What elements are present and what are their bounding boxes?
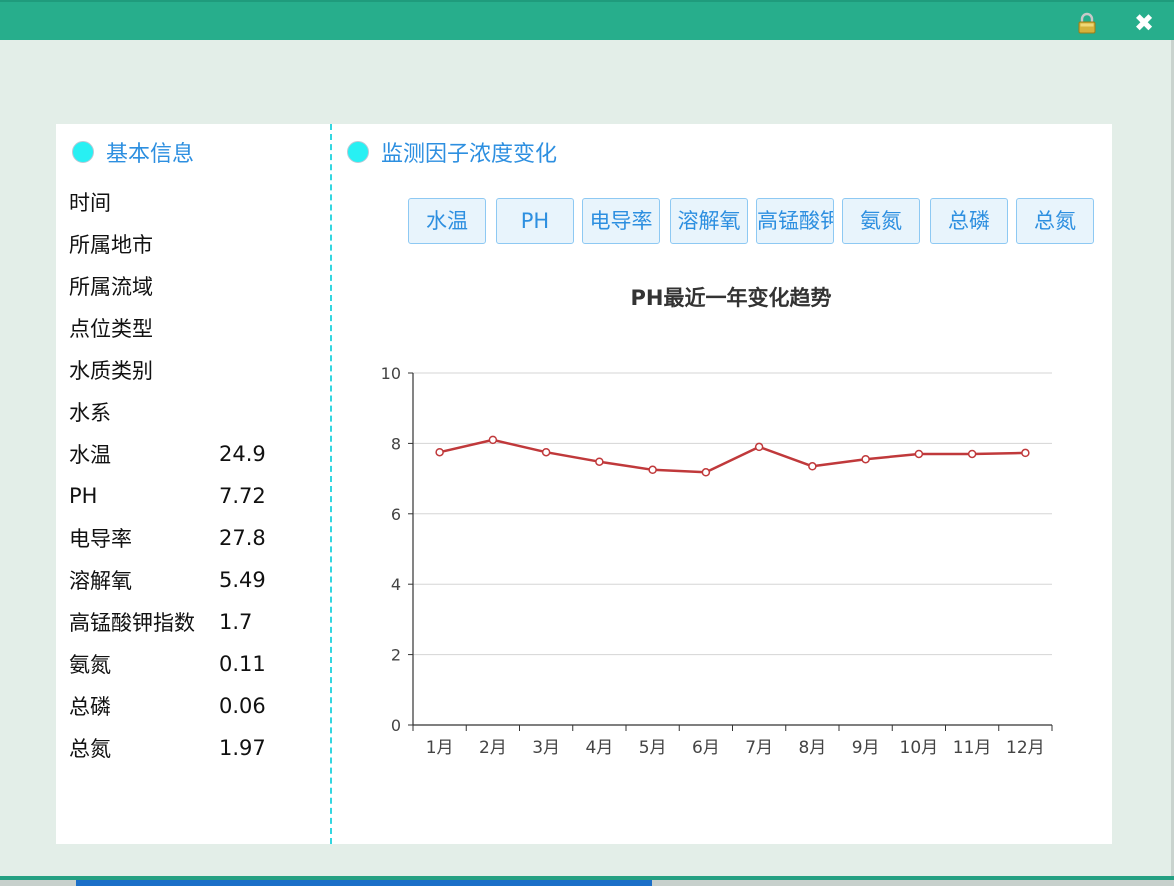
info-row: 高锰酸钾指数 1.7	[69, 601, 329, 643]
x-tick-label: 3月	[532, 738, 560, 758]
factor-button[interactable]: 电导率	[582, 198, 660, 244]
monitor-header: 监测因子浓度变化	[347, 137, 557, 167]
data-point	[488, 435, 498, 445]
x-tick-label: 12月	[1006, 738, 1045, 758]
info-row: 溶解氧 5.49	[69, 559, 329, 601]
info-row: PH 7.72	[69, 475, 329, 517]
info-row: 所属流域	[69, 265, 329, 307]
lock-icon[interactable]	[1076, 12, 1098, 34]
data-point	[808, 462, 817, 471]
info-label: 水系	[69, 401, 111, 425]
info-row: 总氮 1.97	[69, 727, 329, 769]
monitor-title: 监测因子浓度变化	[381, 142, 558, 167]
factor-button[interactable]: 高锰酸钾指数	[756, 198, 834, 244]
factor-button[interactable]: 水温	[408, 198, 486, 244]
info-row: 水系	[69, 391, 329, 433]
info-label: PH	[69, 484, 98, 508]
factor-button[interactable]: 总磷	[930, 198, 1008, 244]
section-dot-icon	[347, 141, 369, 163]
x-tick-label: 4月	[585, 738, 613, 758]
section-dot-icon	[72, 141, 94, 163]
data-point	[541, 447, 551, 457]
series-line	[439, 438, 1026, 474]
data-point	[648, 465, 657, 475]
info-row: 氨氮 0.11	[69, 643, 329, 685]
info-value: 24.9	[219, 442, 266, 466]
y-tick-label: 4	[391, 575, 401, 594]
info-value: 7.72	[219, 484, 266, 508]
info-value: 0.11	[219, 652, 266, 676]
info-value: 1.97	[219, 736, 266, 760]
info-label: 氨氮	[69, 653, 111, 677]
data-point	[754, 442, 764, 452]
data-point	[1021, 448, 1030, 458]
taskbar-item[interactable]	[76, 880, 652, 886]
data-point	[701, 468, 711, 477]
factor-button[interactable]: PH	[496, 198, 574, 244]
info-value: 5.49	[219, 568, 266, 592]
basic-info-title: 基本信息	[106, 142, 195, 167]
info-label: 所属流域	[69, 275, 153, 299]
info-row: 水温 24.9	[69, 433, 329, 475]
title-bar: ✖	[0, 0, 1174, 40]
y-tick-label: 8	[391, 434, 401, 453]
panel-divider	[330, 124, 332, 844]
x-tick-label: 5月	[639, 738, 667, 758]
info-row: 时间	[69, 181, 329, 223]
y-tick-label: 2	[391, 646, 401, 665]
basic-info-header: 基本信息	[72, 137, 194, 167]
data-point	[595, 457, 604, 466]
data-point	[435, 447, 444, 457]
info-value: 1.7	[219, 610, 253, 634]
info-label: 水温	[69, 443, 111, 467]
info-value: 27.8	[219, 526, 266, 550]
x-tick-label: 7月	[745, 738, 773, 758]
info-label: 电导率	[69, 527, 132, 551]
info-label: 所属地市	[69, 233, 153, 257]
factor-button[interactable]: 溶解氧	[670, 198, 748, 244]
info-label: 总氮	[69, 737, 111, 761]
info-label: 点位类型	[69, 317, 153, 341]
y-tick-label: 10	[381, 364, 401, 383]
info-label: 高锰酸钾指数	[69, 611, 195, 635]
info-label: 溶解氧	[69, 569, 132, 593]
info-row: 总磷 0.06	[69, 685, 329, 727]
factor-button[interactable]: 氨氮	[842, 198, 920, 244]
content-panel: 基本信息 时间 所属地市 所属流域 点位类型 水质类别 水系 水温 24.9 PH 7.72 电导率…	[56, 124, 1112, 844]
dialog-window: ✖ 基本信息 时间 所属地市 所属流域 点位类型 水质类别 水系 水温 24.9 PH 7.72 电…	[0, 0, 1174, 886]
x-tick-label: 6月	[692, 738, 720, 758]
data-point	[967, 449, 977, 459]
x-tick-label: 8月	[798, 738, 826, 758]
x-tick-label: 2月	[479, 738, 507, 758]
y-tick-label: 6	[391, 505, 401, 524]
x-tick-label: 9月	[852, 738, 880, 758]
info-label: 时间	[69, 191, 111, 215]
info-row: 水质类别	[69, 349, 329, 391]
data-point	[861, 454, 870, 464]
info-row: 点位类型	[69, 307, 329, 349]
y-tick-label: 0	[391, 716, 401, 735]
x-tick-label: 11月	[953, 738, 992, 758]
data-point	[914, 449, 924, 459]
close-icon[interactable]: ✖	[1132, 11, 1156, 35]
chart-title: PH最近一年变化趋势	[630, 286, 832, 310]
info-value: 0.06	[219, 694, 266, 718]
x-tick-label: 10月	[900, 738, 939, 758]
factor-button[interactable]: 总氮	[1016, 198, 1094, 244]
ph-trend-chart: 0 2 4 6 8 10 1月 2月 3月 4月 5月 6月 7月 8月 9月 10月 11月 12月	[381, 364, 1053, 758]
info-label: 总磷	[69, 695, 111, 719]
info-row: 所属地市	[69, 223, 329, 265]
info-row: 电导率 27.8	[69, 517, 329, 559]
x-tick-label: 1月	[426, 738, 454, 758]
basic-info-list: 时间所属地市所属流域点位类型水质类别水系水温 24.9 PH 7.72 电导率 27.8 溶…	[69, 181, 329, 769]
info-label: 水质类别	[69, 359, 153, 383]
